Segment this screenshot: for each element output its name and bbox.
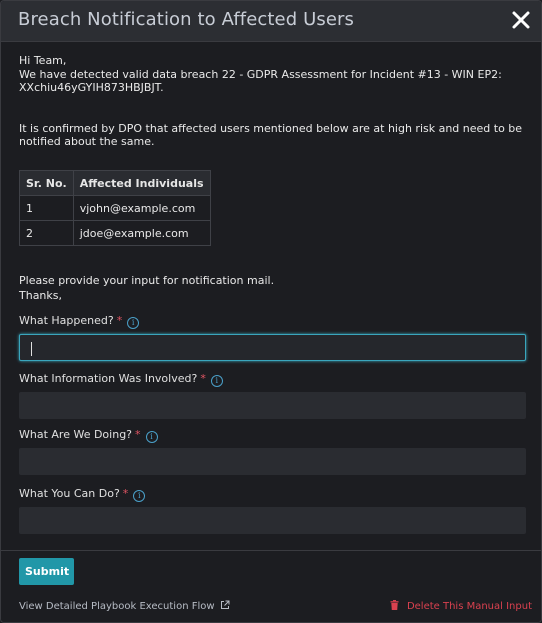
what-are-we-doing-input[interactable] (19, 448, 526, 475)
message-body: Hi Team, We have detected valid data bre… (19, 54, 524, 149)
submit-button[interactable]: Submit (19, 558, 74, 585)
required-marker: * (200, 372, 206, 385)
column-header-sr-no: Sr. No. (19, 170, 74, 196)
field-label-text: What Happened? (19, 314, 114, 327)
what-are-we-doing-label: What Are We Doing? * i (19, 428, 158, 443)
view-playbook-flow-label: View Detailed Playbook Execution Flow (19, 601, 215, 612)
closing-line-2: Thanks, (19, 289, 63, 302)
greeting-text: Hi Team, (19, 54, 67, 67)
what-information-involved-label: What Information Was Involved? * i (19, 372, 223, 387)
message-line-3: It is confirmed by DPO that affected use… (19, 121, 523, 135)
close-icon (512, 11, 530, 29)
table-cell-email: jdoe@example.com (72, 220, 211, 246)
field-label-text: What Information Was Involved? (19, 372, 198, 385)
table-header-row: Sr. No. Affected Individuals (19, 170, 211, 196)
required-marker: * (122, 487, 129, 500)
table-row: 2 jdoe@example.com (19, 220, 211, 246)
field-label-text: What You Can Do? (19, 487, 120, 500)
required-marker: * (116, 314, 123, 327)
table-cell-email: vjohn@example.com (72, 195, 211, 221)
affected-individuals-table: Sr. No. Affected Individuals 1 vjohn@exa… (19, 170, 211, 246)
what-you-can-do-label: What You Can Do? * i (19, 487, 146, 502)
closing-line-1: Please provide your input for notificati… (19, 274, 275, 287)
dialog-header: Breach Notification to Affected Users (1, 1, 541, 42)
trash-icon (390, 600, 399, 610)
what-happened-label: What Happened? * i (19, 314, 140, 329)
info-icon[interactable]: i (133, 490, 146, 502)
column-header-affected-individuals: Affected Individuals (72, 170, 211, 196)
what-you-can-do-input[interactable] (19, 507, 526, 534)
info-icon[interactable]: i (127, 317, 140, 329)
info-icon[interactable]: i (210, 375, 223, 387)
text-cursor (31, 342, 32, 356)
view-playbook-flow-link[interactable]: View Detailed Playbook Execution Flow (19, 600, 230, 612)
dialog-footer (1, 550, 541, 622)
message-line-1: We have detected valid data breach 22 - … (19, 67, 502, 81)
message-line-4: notified about the same. (19, 135, 155, 148)
info-icon[interactable]: i (145, 431, 158, 443)
closing-text: Please provide your input for notificati… (19, 273, 274, 303)
what-information-involved-input[interactable] (19, 392, 526, 419)
delete-manual-input-label: Delete This Manual Input (406, 601, 532, 612)
message-line-2: XXchiu46yGYIH873HBJBJT. (19, 81, 164, 94)
delete-manual-input-link[interactable]: Delete This Manual Input (390, 600, 532, 612)
what-happened-input[interactable] (19, 334, 526, 361)
breach-notification-dialog: Breach Notification to Affected Users Hi… (0, 0, 542, 623)
field-label-text: What Are We Doing? (19, 428, 133, 441)
table-row: 1 vjohn@example.com (19, 195, 211, 221)
dialog-title: Breach Notification to Affected Users (18, 9, 354, 30)
table-cell-sr-no: 2 (19, 220, 74, 246)
table-cell-sr-no: 1 (19, 195, 74, 221)
required-marker: * (135, 428, 141, 441)
external-link-icon (220, 600, 230, 609)
close-button[interactable] (509, 8, 533, 32)
